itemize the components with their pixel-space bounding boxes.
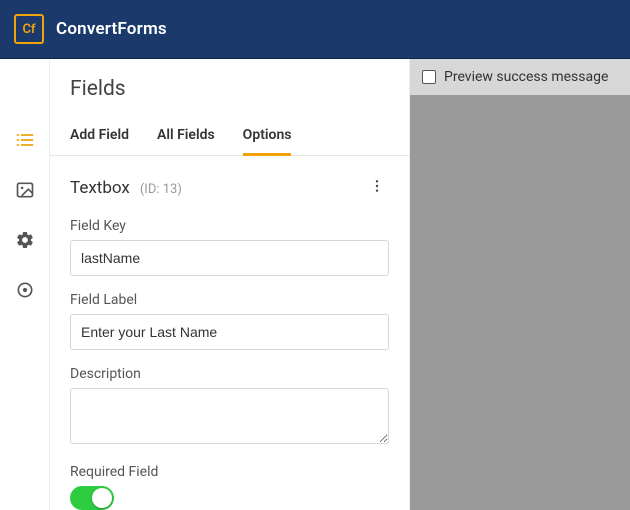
brand-name: ConvertForms [56,19,167,39]
field-key-input[interactable] [70,240,389,276]
left-iconbar [0,59,49,510]
panel-tabs: Add Field All Fields Options [50,117,409,156]
preview-checkbox-label: Preview success message [444,69,608,85]
image-icon[interactable] [14,179,36,201]
preview-pane: Preview success message [410,59,630,510]
section-heading: Textbox [70,178,130,198]
options-section: Textbox (ID: 13) Field Key Field Label D… [50,156,409,510]
description-input[interactable] [70,388,389,444]
section-id: (ID: 13) [140,182,182,197]
tab-add-field[interactable]: Add Field [70,117,129,155]
required-toggle[interactable] [70,486,114,510]
more-menu-icon[interactable] [365,174,389,202]
tab-options[interactable]: Options [243,117,292,155]
field-key-label: Field Key [70,218,389,234]
target-icon[interactable] [14,279,36,301]
preview-checkbox[interactable] [422,70,436,84]
field-label-label: Field Label [70,292,389,308]
top-bar: Cf ConvertForms [0,0,630,59]
fields-panel: Fields Add Field All Fields Options Text… [49,59,410,510]
description-label: Description [70,366,389,382]
field-label-input[interactable] [70,314,389,350]
preview-bar: Preview success message [410,59,630,95]
brand-logo: Cf [14,14,44,44]
settings-icon[interactable] [14,229,36,251]
brand-logo-text: Cf [22,22,35,37]
tab-all-fields[interactable]: All Fields [157,117,215,155]
fields-icon[interactable] [14,129,36,151]
panel-title: Fields [50,59,409,117]
toggle-knob [92,488,112,508]
required-label: Required Field [70,464,389,480]
